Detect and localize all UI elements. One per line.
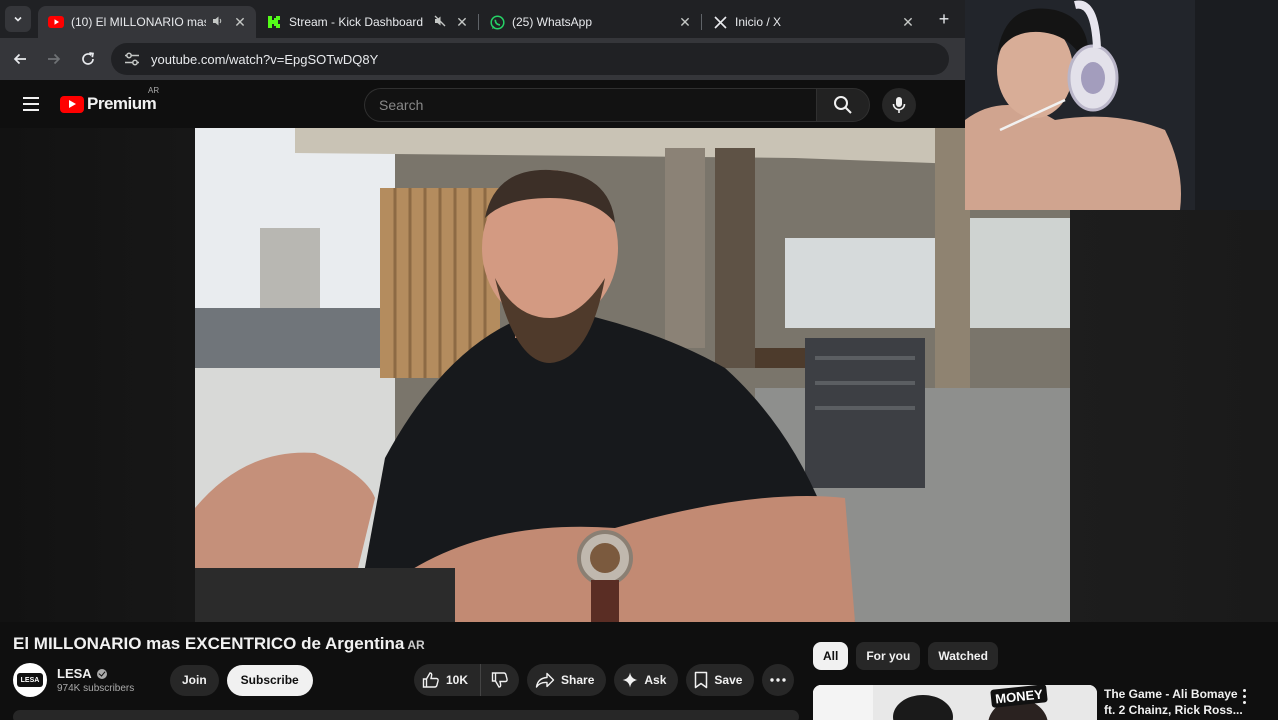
address-bar[interactable]: youtube.com/watch?v=EpgSOTwDQ8Y (111, 43, 949, 75)
close-tab-icon[interactable]: ✕ (677, 14, 693, 31)
ask-label: Ask (644, 673, 667, 687)
youtube-icon (48, 14, 64, 30)
subscribe-button[interactable]: Subscribe (226, 664, 313, 696)
dislike-button[interactable] (480, 664, 519, 696)
share-button[interactable]: Share (527, 664, 607, 696)
title-badge: AR (407, 638, 425, 652)
description-box[interactable] (13, 710, 799, 720)
x-icon (712, 14, 728, 30)
bookmark-icon (695, 671, 708, 689)
kick-icon (266, 14, 282, 30)
like-button[interactable]: 10K (414, 664, 480, 696)
channel-row: LESA LESA 974K subscribers Join Subscrib… (13, 663, 313, 697)
tab-search-button[interactable] (5, 6, 31, 32)
video-title-text: El MILLONARIO mas EXCENTRICO de Argentin… (13, 634, 405, 653)
forward-button[interactable] (37, 42, 71, 76)
youtube-premium-logo[interactable]: Premium AR (60, 86, 159, 114)
search-bar (364, 88, 870, 122)
thumbnail-image: MONEY (813, 685, 1097, 720)
recommendation-filter-chips: All For you Watched (813, 642, 1006, 670)
channel-meta: LESA 974K subscribers (57, 666, 157, 694)
close-tab-icon[interactable]: ✕ (454, 14, 470, 31)
thumbs-up-icon (422, 672, 439, 688)
whatsapp-icon (489, 14, 505, 30)
recommended-title-line-1: The Game - Ali Bomaye (1104, 687, 1238, 701)
close-tab-icon[interactable]: ✕ (232, 14, 248, 31)
chevron-down-icon (14, 16, 22, 22)
tab-title: Stream - Kick Dashboard (289, 15, 424, 29)
speaker-icon[interactable] (212, 15, 224, 30)
site-settings-icon[interactable] (123, 50, 141, 68)
logo-text: Premium (87, 94, 157, 113)
search-box (364, 88, 816, 122)
video-title: El MILLONARIO mas EXCENTRICO de Argentin… (13, 634, 425, 654)
back-button[interactable] (3, 42, 37, 76)
channel-name-text: LESA (57, 666, 92, 681)
recommended-thumbnail[interactable]: MONEY (813, 685, 1097, 720)
tab-title: (25) WhatsApp (512, 15, 593, 29)
tab-title: Inicio / X (735, 15, 782, 29)
avatar-text: LESA (17, 673, 43, 687)
youtube-masthead: Premium AR (0, 80, 965, 128)
save-button[interactable]: Save (686, 664, 755, 696)
voice-search-button[interactable] (882, 88, 916, 122)
country-code: AR (148, 86, 160, 95)
url-text: youtube.com/watch?v=EpgSOTwDQ8Y (151, 51, 379, 67)
close-tab-icon[interactable]: ✕ (900, 14, 916, 31)
arrow-right-icon (48, 53, 61, 65)
plus-icon: + (938, 8, 950, 29)
webcam-overlay (965, 0, 1278, 210)
tab-kick[interactable]: Stream - Kick Dashboard ✕ (256, 6, 478, 38)
verified-icon (96, 668, 107, 679)
share-label: Share (561, 673, 595, 687)
tab-whatsapp[interactable]: (25) WhatsApp ✕ (479, 6, 701, 38)
recommended-title-line-2: ft. 2 Chainz, Rick Ross... (1104, 703, 1243, 717)
chip-watched[interactable]: Watched (928, 642, 998, 670)
new-tab-button[interactable]: + (932, 9, 956, 30)
tab-title: (10) El MILLONARIO mas EXCENTRICO de Arg… (71, 15, 206, 29)
recommended-video[interactable]: MONEY The Game - Ali Bomaye ft. 2 Chainz… (813, 685, 1273, 720)
subscriber-count: 974K subscribers (57, 683, 135, 694)
muted-speaker-icon[interactable] (434, 15, 446, 30)
recommended-more-icon[interactable] (1237, 687, 1251, 705)
save-label: Save (714, 673, 743, 687)
tab-youtube[interactable]: (10) El MILLONARIO mas EXCENTRICO de Arg… (38, 6, 256, 38)
channel-name[interactable]: LESA (57, 666, 157, 681)
ask-button[interactable]: Ask (614, 664, 679, 696)
video-actions: 10K Share Ask Save (414, 664, 795, 696)
chip-all[interactable]: All (813, 642, 849, 670)
tab-x[interactable]: Inicio / X ✕ (702, 6, 924, 38)
youtube-logo-icon (60, 95, 84, 113)
chip-for-you[interactable]: For you (856, 642, 921, 670)
reload-button[interactable] (71, 42, 105, 76)
menu-button[interactable] (11, 84, 51, 124)
recommended-title[interactable]: The Game - Ali Bomaye ft. 2 Chainz, Rick… (1104, 686, 1244, 718)
arrow-left-icon (13, 53, 26, 65)
hamburger-icon (23, 97, 39, 99)
search-button[interactable] (816, 88, 870, 122)
sparkle-icon (622, 672, 638, 688)
microphone-icon (892, 97, 906, 113)
reload-icon (82, 52, 95, 65)
video-frame-image (195, 128, 1070, 622)
more-horizontal-icon (770, 678, 787, 682)
search-input[interactable] (379, 97, 816, 113)
thumbs-down-icon (491, 672, 508, 688)
like-count: 10K (446, 673, 469, 687)
video-player[interactable] (195, 128, 1070, 622)
share-icon (535, 672, 555, 688)
browser-tab-strip: (10) El MILLONARIO mas EXCENTRICO de Arg… (0, 0, 965, 38)
join-button[interactable]: Join (170, 664, 219, 696)
channel-avatar[interactable]: LESA (13, 663, 47, 697)
search-icon (834, 96, 852, 114)
browser-toolbar: youtube.com/watch?v=EpgSOTwDQ8Y (0, 38, 965, 80)
like-dislike-group: 10K (414, 664, 520, 696)
webcam-feed-image (965, 0, 1278, 210)
more-actions-button[interactable] (762, 664, 795, 696)
